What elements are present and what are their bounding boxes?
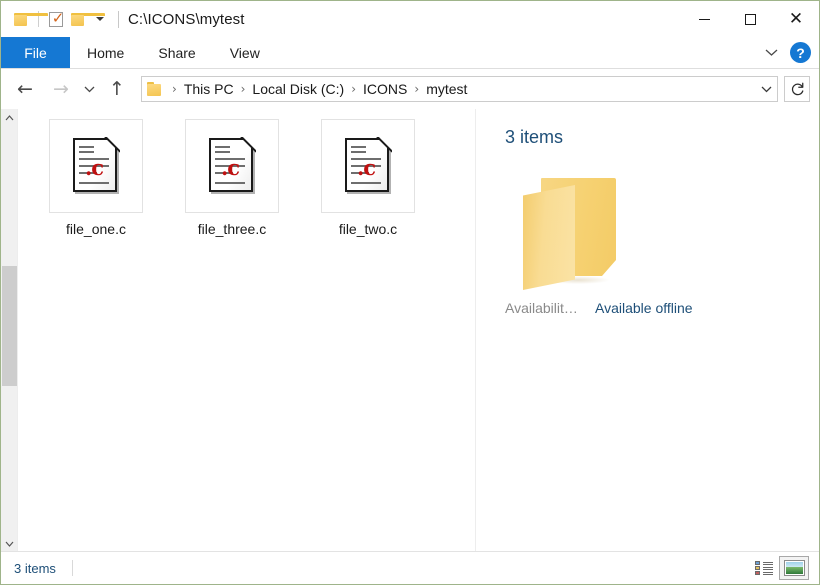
c-source-file-icon: .c bbox=[73, 138, 119, 194]
navigation-pane-scrollbar[interactable] bbox=[1, 109, 18, 552]
tab-file[interactable]: File bbox=[1, 37, 70, 68]
folder-icon[interactable] bbox=[10, 8, 48, 30]
details-pane: 3 items Availabilit… Available offline bbox=[476, 109, 819, 552]
customize-caret-icon[interactable] bbox=[89, 8, 111, 30]
title-bar: ✓ C:\ICONS\mytest ✕ bbox=[1, 1, 819, 37]
refresh-icon bbox=[791, 82, 803, 95]
status-divider bbox=[71, 560, 73, 576]
recent-locations-button[interactable] bbox=[78, 74, 100, 104]
new-folder-icon[interactable] bbox=[67, 8, 105, 30]
title-divider bbox=[118, 10, 119, 28]
chevron-down-icon[interactable] bbox=[756, 38, 786, 68]
close-button[interactable]: ✕ bbox=[773, 1, 819, 37]
tab-home[interactable]: Home bbox=[70, 37, 141, 68]
file-thumbnail: .c bbox=[321, 119, 415, 213]
maximize-button[interactable] bbox=[727, 1, 773, 37]
list-item[interactable]: .c file_two.c bbox=[309, 119, 427, 241]
quick-access-toolbar: ✓ C:\ICONS\mytest bbox=[1, 1, 245, 37]
help-icon[interactable]: ? bbox=[790, 42, 811, 63]
breadcrumb-item-icons[interactable]: ICONS bbox=[359, 81, 411, 97]
minimize-button[interactable] bbox=[681, 1, 727, 37]
back-button[interactable]: ← bbox=[10, 74, 40, 104]
properties-icon[interactable]: ✓ bbox=[45, 8, 67, 30]
tab-view[interactable]: View bbox=[213, 37, 277, 68]
file-list[interactable]: .c file_one.c .c file_three.c .c file_tw… bbox=[19, 109, 475, 552]
forward-button[interactable]: → bbox=[46, 74, 76, 104]
window-controls: ✕ bbox=[681, 1, 819, 37]
status-item-count: 3 items bbox=[14, 560, 56, 576]
folder-icon bbox=[523, 172, 633, 290]
address-dropdown-icon[interactable] bbox=[755, 85, 777, 93]
content-area: .c file_one.c .c file_three.c .c file_tw… bbox=[1, 109, 819, 552]
ribbon-right-controls: ? bbox=[756, 37, 819, 68]
view-toggle-group bbox=[749, 556, 819, 580]
details-view-button[interactable] bbox=[749, 556, 779, 580]
file-name-label: file_three.c bbox=[197, 221, 267, 237]
refresh-button[interactable] bbox=[784, 76, 810, 102]
close-icon: ✕ bbox=[788, 8, 804, 29]
window-title: C:\ICONS\mytest bbox=[128, 10, 245, 28]
details-view-icon bbox=[755, 561, 773, 575]
scroll-down-icon[interactable] bbox=[1, 535, 18, 552]
file-name-label: file_one.c bbox=[66, 221, 126, 237]
c-source-file-icon: .c bbox=[345, 138, 391, 194]
tab-share[interactable]: Share bbox=[141, 37, 212, 68]
file-explorer-window: ✓ C:\ICONS\mytest ✕ File Home Share View bbox=[0, 0, 820, 585]
file-thumbnail: .c bbox=[49, 119, 143, 213]
large-icons-view-icon bbox=[783, 560, 805, 576]
breadcrumb-separator: › bbox=[351, 82, 357, 96]
detail-key: Availabilit… bbox=[505, 300, 578, 316]
status-bar: 3 items bbox=[1, 551, 819, 584]
details-heading: 3 items bbox=[505, 127, 564, 147]
breadcrumb-separator: › bbox=[172, 82, 177, 96]
address-bar[interactable]: › This PC › Local Disk (C:) › ICONS › my… bbox=[141, 76, 778, 102]
breadcrumb-item-local-disk[interactable]: Local Disk (C:) bbox=[248, 81, 348, 97]
file-thumbnail: .c bbox=[185, 119, 279, 213]
folder-icon bbox=[147, 82, 163, 96]
breadcrumb-separator: › bbox=[240, 82, 246, 96]
c-source-file-icon: .c bbox=[209, 138, 255, 194]
breadcrumb-separator: › bbox=[414, 82, 420, 96]
list-item[interactable]: .c file_one.c bbox=[37, 119, 155, 241]
list-item[interactable]: .c file_three.c bbox=[173, 119, 291, 241]
large-icons-view-button[interactable] bbox=[779, 556, 809, 580]
detail-value: Available offline bbox=[595, 300, 693, 316]
breadcrumb-item-mytest[interactable]: mytest bbox=[422, 81, 471, 97]
file-name-label: file_two.c bbox=[338, 221, 398, 237]
address-bar-row: ← → ↑ › This PC › Local Disk (C:) › ICON… bbox=[1, 69, 819, 109]
breadcrumb: › This PC › Local Disk (C:) › ICONS › my… bbox=[169, 81, 755, 97]
up-button[interactable]: ↑ bbox=[102, 74, 132, 104]
breadcrumb-item-this-pc[interactable]: This PC bbox=[180, 81, 238, 97]
scrollbar-thumb[interactable] bbox=[2, 266, 17, 386]
ribbon-tab-bar: File Home Share View ? bbox=[1, 37, 819, 69]
scroll-up-icon[interactable] bbox=[1, 109, 18, 126]
detail-row-availability: Availabilit… Available offline bbox=[505, 300, 819, 316]
